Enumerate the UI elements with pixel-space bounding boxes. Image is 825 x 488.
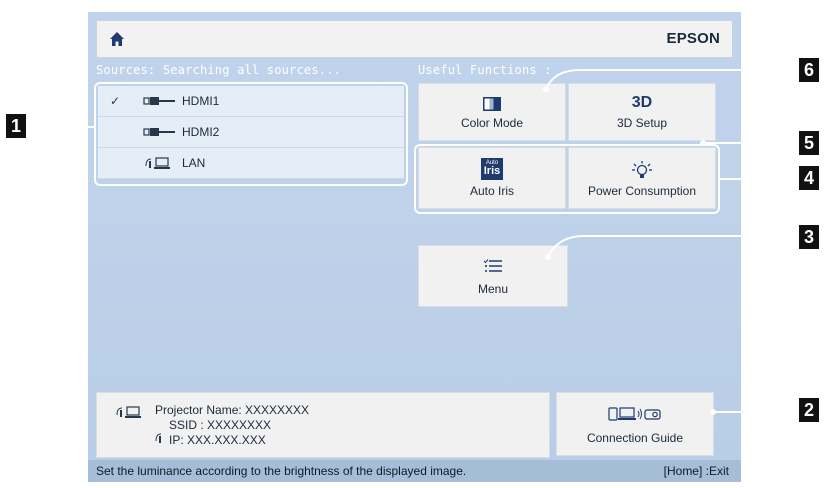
- menu-icon: [483, 259, 502, 272]
- network-info-panel: Projector Name: XXXXXXXX SSID : XXXXXXXX…: [96, 392, 550, 458]
- callout-outline-sources: [94, 82, 408, 186]
- callout-curve-6: [545, 69, 800, 90]
- callout-badge-5: 5: [799, 131, 819, 155]
- callout-badge-6: 6: [799, 58, 819, 82]
- callout-curves: [545, 69, 800, 413]
- ssid: SSID : XXXXXXXX: [169, 418, 272, 432]
- brand-logo: EPSON: [666, 30, 720, 47]
- callout-badge-2: 2: [799, 398, 819, 422]
- lan-icon: [116, 406, 141, 418]
- callout-badge-1: 1: [6, 114, 26, 138]
- status-help-text: Set the luminance according to the brigh…: [96, 464, 467, 478]
- top-bar: EPSON: [96, 20, 733, 58]
- ip-address: IP: XXX.XXX.XXX: [169, 433, 266, 447]
- sources-label: Sources: Searching all sources...: [96, 63, 342, 77]
- useful-functions-label: Useful Functions :: [418, 63, 552, 77]
- projector-name: Projector Name: XXXXXXXX: [155, 403, 310, 417]
- callout-badge-4: 4: [799, 166, 819, 190]
- color-mode-icon: [483, 97, 501, 111]
- home-icon[interactable]: [109, 31, 125, 47]
- signal-icon: [155, 433, 162, 443]
- home-exit-hint: [Home] :Exit: [663, 464, 729, 478]
- status-bar: Set the luminance according to the brigh…: [88, 460, 741, 482]
- callout-badge-3: 3: [799, 225, 819, 249]
- callout-line-1: [26, 126, 95, 128]
- callout-curve-3: [547, 235, 800, 258]
